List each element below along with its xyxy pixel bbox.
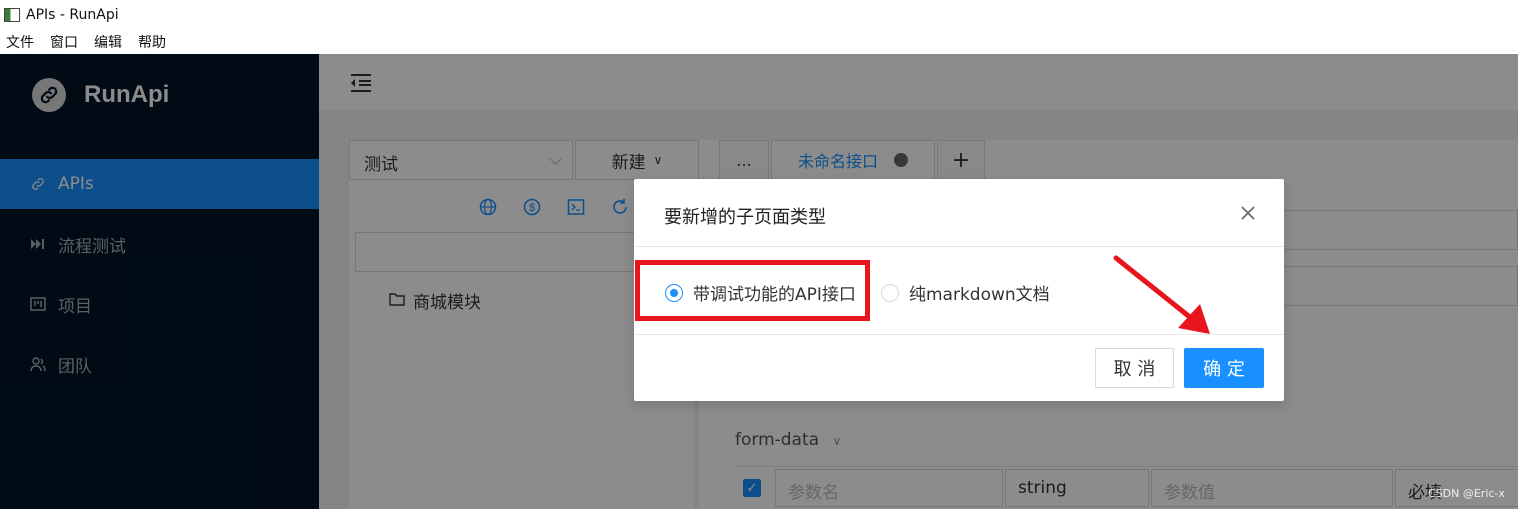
menu-edit[interactable]: 编辑 [94, 32, 122, 52]
cancel-button[interactable]: 取 消 [1095, 348, 1174, 388]
radio-unchecked-icon [881, 283, 899, 302]
window-titlebar: APIs - RunApi [0, 0, 1518, 30]
red-highlight-box [635, 260, 870, 321]
close-icon[interactable] [1239, 204, 1259, 224]
radio-label: 纯markdown文档 [909, 285, 1050, 305]
confirm-button[interactable]: 确 定 [1184, 348, 1264, 388]
menu-window[interactable]: 窗口 [50, 32, 78, 52]
radio-markdown-doc[interactable]: 纯markdown文档 [881, 280, 1050, 305]
window-title: APIs - RunApi [26, 7, 119, 23]
watermark: CSDN @Eric-x [1428, 487, 1505, 500]
divider [634, 246, 1284, 247]
modal-title: 要新增的子页面类型 [664, 207, 826, 228]
red-arrow-icon [1113, 255, 1210, 334]
menubar: 文件 窗口 编辑 帮助 [0, 30, 1518, 54]
app-icon [4, 8, 20, 22]
menu-help[interactable]: 帮助 [138, 32, 166, 52]
menu-file[interactable]: 文件 [6, 32, 34, 52]
